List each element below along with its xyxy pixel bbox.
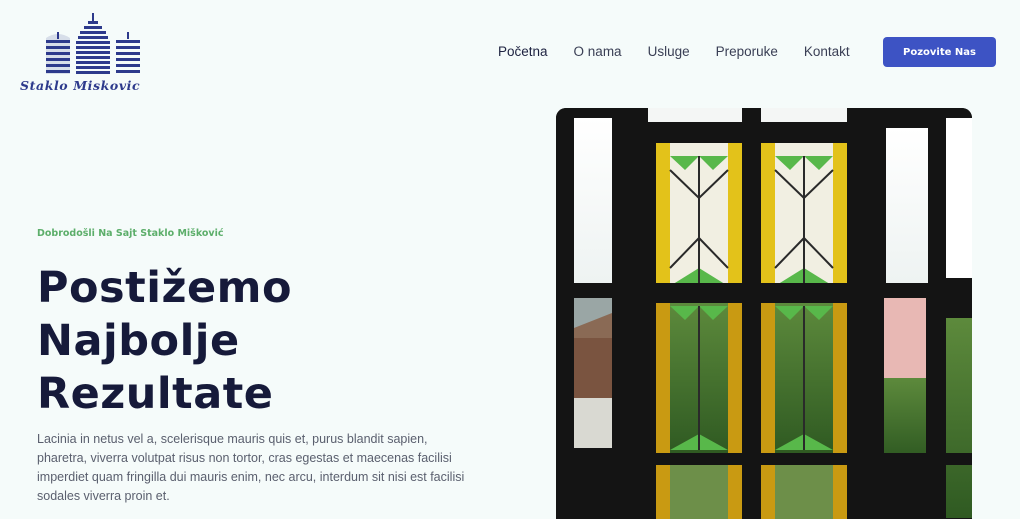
- main-nav: Početna O nama Usluge Preporuke Kontakt: [498, 44, 876, 59]
- hero-eyebrow: Dobrodošli Na Sajt Staklo Mišković: [37, 228, 224, 239]
- nav-item-kontakt[interactable]: Kontakt: [804, 44, 850, 59]
- hero-title-line: Rezultate: [37, 369, 274, 419]
- hero-title-line: Postižemo: [37, 263, 292, 313]
- city-buildings-icon: [46, 13, 140, 74]
- hero-title: Postižemo Najbolje Rezultate: [37, 262, 457, 421]
- hero-lead-text: Lacinia in netus vel a, scelerisque maur…: [37, 432, 465, 503]
- nav-item-usluge[interactable]: Usluge: [648, 44, 690, 59]
- brand-name[interactable]: Staklo Miskovic: [20, 78, 180, 93]
- nav-item-o-nama[interactable]: O nama: [574, 44, 622, 59]
- stained-glass-window-image: [556, 108, 972, 519]
- call-us-button[interactable]: Pozovite Nas: [883, 37, 996, 67]
- nav-item-pocetna[interactable]: Početna: [498, 44, 548, 59]
- hero-title-line: Najbolje: [37, 316, 240, 366]
- nav-item-preporuke[interactable]: Preporuke: [716, 44, 778, 59]
